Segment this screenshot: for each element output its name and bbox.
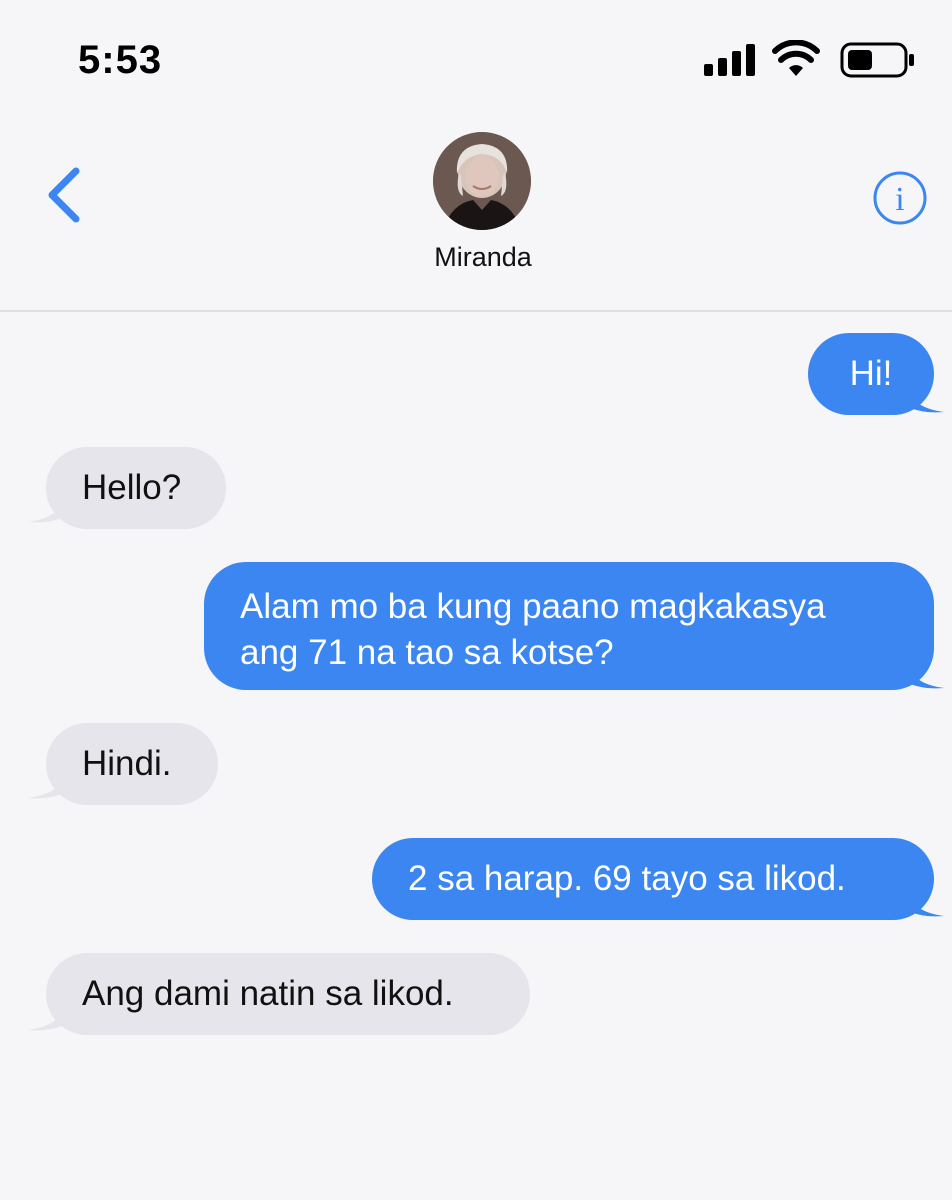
message-text: ang 71 na tao sa kotse? <box>240 633 614 672</box>
status-time: 5:53 <box>78 38 163 82</box>
message-text: Ang dami natin sa likod. <box>82 974 454 1013</box>
received-message-bubble[interactable]: Hindi. <box>46 723 218 805</box>
received-message-bubble[interactable]: Hello? <box>46 447 226 529</box>
wifi-icon <box>772 40 820 76</box>
sent-message-bubble[interactable]: 2 sa harap. 69 tayo sa likod. <box>372 838 934 920</box>
battery-icon <box>840 42 914 78</box>
messages-screen: 5:53 Miranda i Hi! Hello? Alam mo ba kun… <box>0 0 952 1200</box>
message-text: Hello? <box>82 468 182 507</box>
info-icon[interactable]: i <box>872 170 928 226</box>
contact-name[interactable]: Miranda <box>0 242 952 273</box>
received-message-bubble[interactable]: Ang dami natin sa likod. <box>46 953 530 1035</box>
message-text: Hi! <box>849 354 893 393</box>
sent-message-bubble[interactable]: Hi! <box>808 333 934 415</box>
cellular-signal-icon <box>704 44 756 76</box>
conversation-header: Miranda i <box>0 110 952 312</box>
contact-avatar[interactable] <box>433 132 531 230</box>
svg-text:i: i <box>895 181 904 218</box>
sent-message-bubble[interactable]: Alam mo ba kung paano magkakasya ang 71 … <box>204 562 934 690</box>
message-text: Hindi. <box>82 744 172 783</box>
message-text: 2 sa harap. 69 tayo sa likod. <box>408 859 846 898</box>
chevron-left-icon[interactable] <box>40 165 90 225</box>
message-text: Alam mo ba kung paano magkakasya <box>240 587 826 626</box>
status-bar: 5:53 <box>0 0 952 110</box>
